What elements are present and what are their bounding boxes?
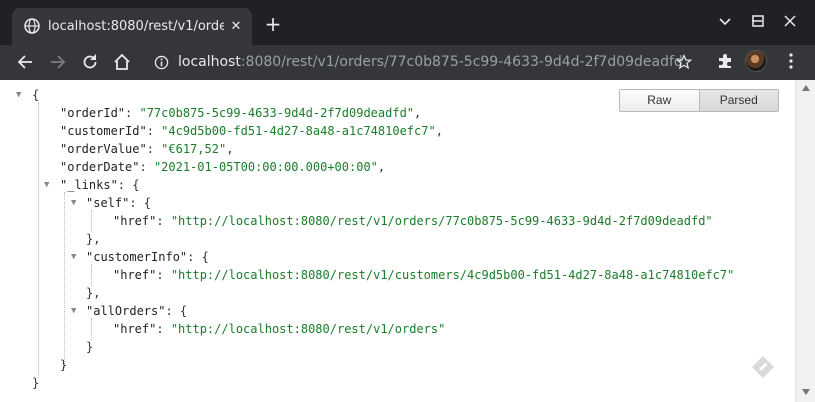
indent-guide — [64, 192, 65, 368]
edit-pen-icon[interactable] — [751, 355, 775, 379]
new-tab-button[interactable]: + — [264, 14, 282, 34]
collapse-toggle-icon[interactable]: ▼ — [71, 306, 81, 316]
indent-guide — [91, 318, 92, 340]
indent-guide — [38, 102, 39, 378]
json-close-brace: }, — [86, 286, 101, 300]
json-close-brace: } — [60, 358, 68, 372]
star-icon[interactable] — [676, 54, 692, 70]
kebab-menu-icon[interactable] — [784, 52, 798, 70]
json-value: "4c9d5b00-fd51-4d27-8a48-a1c74810efc7" — [161, 124, 436, 138]
json-close-brace: } — [86, 340, 94, 354]
forward-arrow-icon[interactable] — [48, 52, 68, 72]
json-value: "€617,52" — [161, 142, 227, 156]
json-link-value[interactable]: "http://localhost:8080/rest/v1/orders" — [171, 322, 446, 336]
close-window-icon[interactable] — [781, 12, 799, 30]
reload-icon[interactable] — [80, 52, 100, 72]
vertical-scrollbar[interactable] — [795, 80, 815, 402]
collapse-toggle-icon[interactable]: ▼ — [71, 252, 81, 262]
address-bar[interactable]: localhost:8080/rest/v1/orders/77c0b875-5… — [146, 48, 708, 77]
title-bar: localhost:8080/rest/v1/orders/77c0b875-5… — [0, 0, 815, 45]
json-row-links: "_links": { — [60, 178, 140, 192]
json-close-brace: } — [32, 376, 40, 390]
json-row-orderValue: "orderValue": "€617,52", — [60, 142, 234, 156]
url-host: localhost — [178, 54, 241, 70]
json-key: "href" — [113, 214, 157, 228]
json-key: "href" — [113, 268, 157, 282]
home-icon[interactable] — [112, 52, 132, 72]
page-content: ▼ { "orderId": "77c0b875-5c99-4633-9d4d-… — [0, 80, 815, 402]
raw-parsed-toggle: Raw Parsed — [619, 89, 779, 112]
json-key: "self" — [86, 196, 130, 210]
json-row-customerId: "customerId": "4c9d5b00-fd51-4d27-8a48-a… — [60, 124, 443, 138]
json-row-orderDate: "orderDate": "2021-01-05T00:00:00.000+00… — [60, 160, 386, 174]
browser-toolbar: localhost:8080/rest/v1/orders/77c0b875-5… — [0, 45, 815, 80]
json-row-orderId: "orderId": "77c0b875-5c99-4633-9d4d-2f7d… — [60, 106, 422, 120]
tab-title: localhost:8080/rest/v1/orders/77c0b875-5… — [48, 19, 224, 34]
collapse-toggle-icon[interactable]: ▼ — [71, 198, 81, 208]
json-key: "orderId" — [60, 106, 126, 120]
info-icon[interactable] — [154, 55, 169, 70]
json-viewer: ▼ { "orderId": "77c0b875-5c99-4633-9d4d-… — [0, 80, 795, 402]
profile-avatar[interactable] — [745, 50, 767, 72]
parsed-button[interactable]: Parsed — [698, 90, 778, 111]
indent-guide — [91, 264, 92, 286]
json-open-brace: { — [32, 88, 40, 102]
json-value: "2021-01-05T00:00:00.000+00:00" — [153, 160, 378, 174]
url-path: :8080/rest/v1/orders/77c0b875-5c99-4633-… — [240, 54, 683, 70]
json-link-value[interactable]: "http://localhost:8080/rest/v1/customers… — [171, 268, 735, 282]
json-value: "77c0b875-5c99-4633-9d4d-2f7d09deadfd" — [139, 106, 415, 120]
json-key: "customerId" — [60, 124, 147, 138]
collapse-toggle-icon[interactable]: ▼ — [16, 90, 26, 100]
extensions-puzzle-icon[interactable] — [716, 52, 734, 70]
indent-guide — [91, 210, 92, 232]
globe-icon — [24, 18, 40, 34]
json-key: "allOrders" — [86, 304, 166, 318]
json-row-self: "self": { — [86, 196, 152, 210]
collapse-toggle-icon[interactable]: ▼ — [44, 180, 54, 190]
json-row-customerInfo-href: "href": "http://localhost:8080/rest/v1/c… — [113, 268, 735, 282]
json-key: "_links" — [60, 178, 118, 192]
json-close-brace: }, — [86, 232, 101, 246]
scroll-down-arrow-icon[interactable] — [801, 388, 811, 396]
json-row-customerInfo: "customerInfo": { — [86, 250, 209, 264]
browser-tab[interactable]: localhost:8080/rest/v1/orders/77c0b875-5… — [12, 8, 252, 45]
raw-button[interactable]: Raw — [620, 90, 699, 111]
json-key: "orderDate" — [60, 160, 140, 174]
chevron-down-icon[interactable] — [716, 12, 734, 30]
json-key: "href" — [113, 322, 157, 336]
scroll-up-arrow-icon[interactable] — [801, 84, 811, 92]
json-key: "orderValue" — [60, 142, 147, 156]
url-text[interactable]: localhost:8080/rest/v1/orders/77c0b875-5… — [178, 54, 683, 71]
json-row-allOrders: "allOrders": { — [86, 304, 188, 318]
maximize-icon[interactable] — [749, 12, 767, 30]
json-link-value[interactable]: "http://localhost:8080/rest/v1/orders/77… — [171, 214, 713, 228]
tab-close-icon[interactable]: ✕ — [228, 19, 244, 35]
json-row-self-href: "href": "http://localhost:8080/rest/v1/o… — [113, 214, 713, 228]
json-key: "customerInfo" — [86, 250, 188, 264]
back-arrow-icon[interactable] — [15, 52, 35, 72]
json-row-allOrders-href: "href": "http://localhost:8080/rest/v1/o… — [113, 322, 446, 336]
